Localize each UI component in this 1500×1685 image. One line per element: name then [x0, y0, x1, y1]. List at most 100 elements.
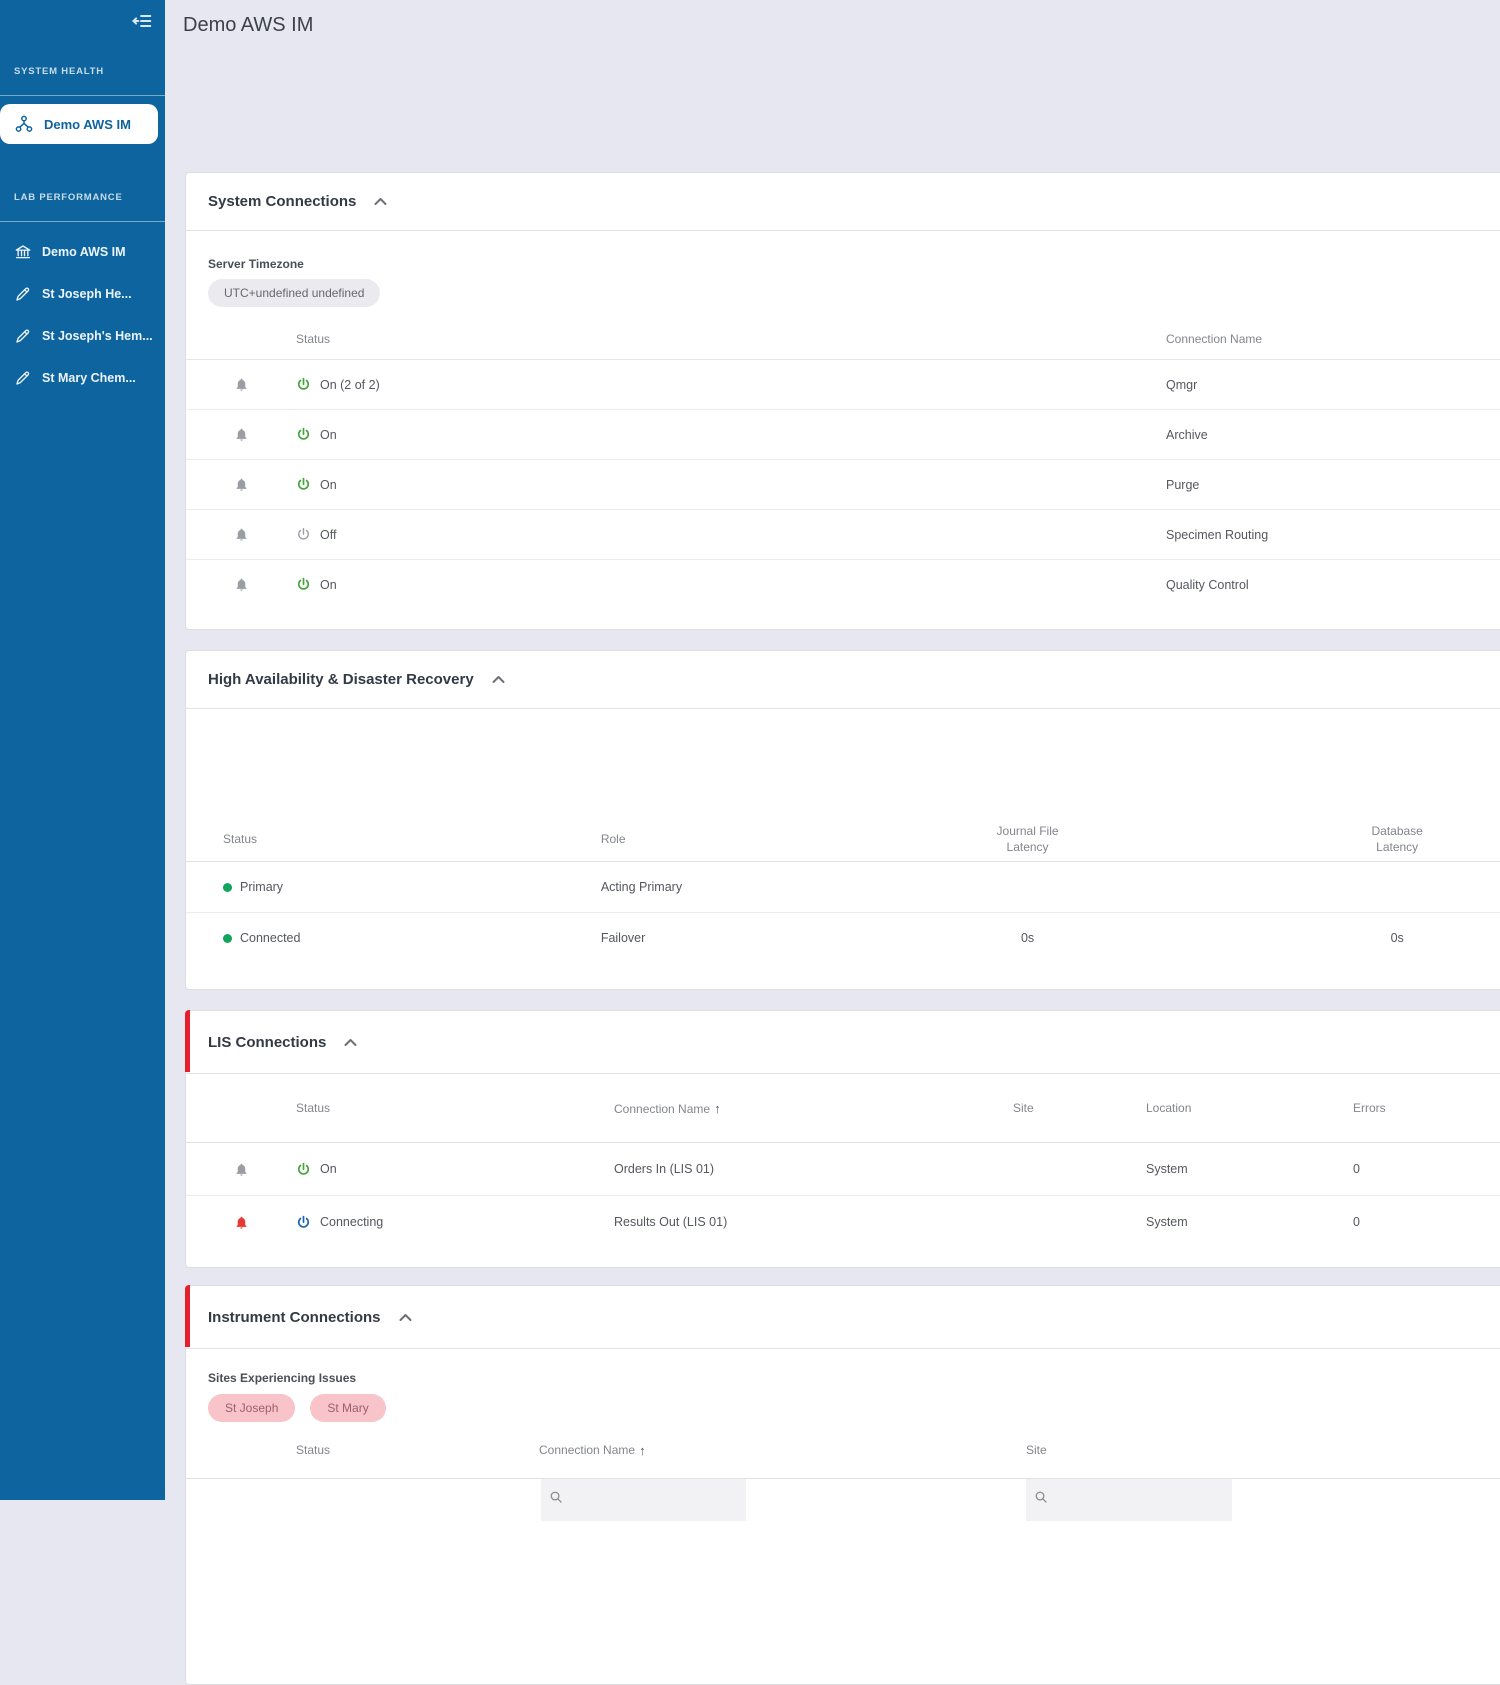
column-header-location: Location	[1146, 1101, 1192, 1115]
journal-latency-cell: 0s	[1020, 931, 1035, 945]
connection-name: Specimen Routing	[1166, 527, 1269, 542]
panel-header: System Connections	[186, 173, 1500, 231]
status-dot-green	[223, 933, 232, 943]
sidebar-item-st-joseph-he[interactable]: St Joseph He...	[0, 280, 165, 308]
sidebar-item-label: St Joseph He...	[42, 287, 132, 301]
table-header-row: Status Role Journal File Latency Database…	[186, 817, 1500, 862]
column-header-site: Site	[1026, 1443, 1047, 1457]
column-header-status: Status	[296, 1101, 331, 1115]
alert-accent-bar	[185, 1010, 190, 1072]
location-cell: System	[1146, 1162, 1188, 1176]
bell-icon[interactable]	[234, 1162, 249, 1177]
column-header-errors: Errors	[1353, 1101, 1386, 1115]
sidebar: SYSTEM HEALTH Demo AWS IM LAB PERFORMANC…	[0, 0, 165, 1500]
sidebar-divider	[0, 221, 165, 222]
sidebar-item-label: Demo AWS IM	[42, 245, 126, 259]
chevron-up-icon[interactable]	[370, 193, 391, 210]
column-header-site: Site	[1013, 1101, 1034, 1115]
power-on-icon	[296, 577, 311, 592]
errors-cell: 0	[1353, 1162, 1360, 1176]
panel-title: LIS Connections	[208, 1033, 327, 1051]
table-row: Primary Acting Primary	[186, 862, 1500, 913]
status-text: Off	[320, 527, 337, 542]
panel-ha-dr: High Availability & Disaster Recovery St…	[185, 650, 1500, 990]
site-filter-input[interactable]	[1026, 1479, 1232, 1521]
column-header-database-latency: Database Latency	[1371, 824, 1423, 854]
connection-name: Purge	[1166, 477, 1200, 492]
panel-title: High Availability & Disaster Recovery	[208, 671, 474, 688]
status-text: On	[320, 427, 337, 442]
server-timezone-chip: UTC+undefined undefined	[208, 279, 381, 307]
sidebar-item-st-mary-chem[interactable]: St Mary Chem...	[0, 364, 165, 392]
column-header-connection-name-sortable[interactable]: Connection Name ↑	[614, 1101, 1013, 1116]
status-dot-green	[223, 882, 232, 892]
bell-icon[interactable]	[234, 427, 249, 442]
table-row: On (2 of 2) Qmgr	[186, 360, 1500, 410]
chevron-up-icon[interactable]	[340, 1034, 361, 1051]
bell-alert-icon[interactable]	[234, 1215, 249, 1230]
column-header-status: Status	[296, 1443, 331, 1457]
power-on-icon	[296, 477, 311, 492]
site-chip-row: St Joseph St Mary	[208, 1394, 1500, 1422]
panel-lis-connections: LIS Connections Status Connection Name ↑ …	[185, 1010, 1500, 1268]
section-label-lab-performance: LAB PERFORMANCE	[14, 192, 123, 203]
status-text: On	[320, 1162, 337, 1176]
status-text: On	[320, 577, 337, 592]
site-chip-st-mary: St Mary	[310, 1394, 386, 1422]
sidebar-item-label: St Mary Chem...	[42, 371, 136, 385]
database-latency-cell: 0s	[1390, 931, 1404, 945]
sidebar-collapse-button[interactable]	[129, 8, 155, 34]
table-row: On Archive	[186, 410, 1500, 460]
pencil-icon	[14, 327, 32, 345]
sites-experiencing-issues-label: Sites Experiencing Issues	[208, 1371, 357, 1385]
connection-name-filter-input[interactable]	[541, 1479, 746, 1521]
sidebar-item-st-josephs-hem[interactable]: St Joseph's Hem...	[0, 322, 165, 350]
sort-ascending-icon: ↑	[714, 1100, 721, 1116]
sidebar-item-label: Demo AWS IM	[44, 116, 131, 132]
table-row: On Purge	[186, 460, 1500, 510]
bell-icon[interactable]	[234, 577, 249, 592]
search-icon	[1034, 1490, 1232, 1504]
status-text: Connecting	[320, 1215, 384, 1229]
connection-name: Orders In (LIS 01)	[614, 1162, 715, 1176]
power-connecting-icon	[296, 1215, 311, 1230]
power-on-icon	[296, 427, 311, 442]
server-timezone-label: Server Timezone	[208, 257, 304, 271]
connection-name: Results Out (LIS 01)	[614, 1215, 728, 1229]
column-header-role: Role	[600, 832, 626, 846]
sort-ascending-icon: ↑	[639, 1442, 646, 1458]
connection-name: Archive	[1166, 427, 1208, 442]
column-header-connection-name: Connection Name	[1166, 332, 1263, 346]
sitemap-icon	[14, 114, 34, 134]
sidebar-item-demo-aws-im-lab[interactable]: Demo AWS IM	[0, 238, 165, 266]
connection-name: Quality Control	[1166, 577, 1249, 592]
section-label-system-health: SYSTEM HEALTH	[14, 66, 104, 77]
page-title: Demo AWS IM	[183, 14, 314, 36]
status-text: Connected	[240, 931, 301, 945]
column-header-status: Status	[296, 332, 331, 346]
panel-system-connections: System Connections Server Timezone UTC+u…	[185, 172, 1500, 630]
bank-icon	[14, 243, 32, 261]
table-header-row: Status Connection Name	[186, 319, 1500, 360]
panel-instrument-connections: Instrument Connections Sites Experiencin…	[185, 1285, 1500, 1685]
sidebar-item-label: St Joseph's Hem...	[42, 329, 153, 343]
alert-accent-bar	[185, 1285, 190, 1347]
bell-icon[interactable]	[234, 527, 249, 542]
chevron-up-icon[interactable]	[395, 1309, 416, 1326]
status-text: Primary	[240, 880, 284, 894]
table-row: Connecting Results Out (LIS 01) System 0	[186, 1196, 1500, 1248]
role-cell: Failover	[600, 931, 646, 945]
sidebar-divider	[0, 95, 165, 96]
bell-icon[interactable]	[234, 377, 249, 392]
location-cell: System	[1146, 1215, 1188, 1229]
power-on-icon	[296, 377, 311, 392]
table-row: Connected Failover 0s 0s	[186, 913, 1500, 963]
chevron-up-icon[interactable]	[488, 671, 509, 688]
site-chip-st-joseph: St Joseph	[208, 1394, 296, 1422]
column-header-connection-name-sortable[interactable]: Connection Name ↑	[539, 1443, 1026, 1458]
table-row: On Quality Control	[186, 560, 1500, 609]
table-header-row: Status Connection Name ↑ Site Location Er…	[186, 1074, 1500, 1143]
bell-icon[interactable]	[234, 477, 249, 492]
sidebar-item-demo-aws-im-selected[interactable]: Demo AWS IM	[0, 104, 158, 144]
panel-header: High Availability & Disaster Recovery	[186, 651, 1500, 709]
